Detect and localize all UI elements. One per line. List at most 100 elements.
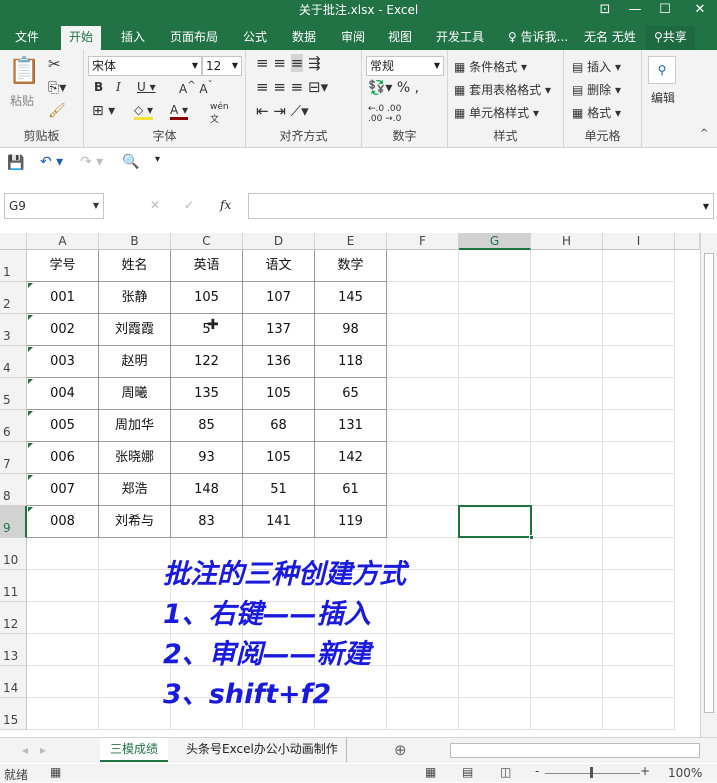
empty-cell[interactable] [603,282,675,314]
empty-cell[interactable] [603,634,675,666]
table-cell[interactable]: 119 [315,506,387,538]
table-cell[interactable]: 郑浩 [99,474,171,506]
tab-page-layout[interactable]: 页面布局 [162,26,226,50]
table-cell[interactable]: 张静 [99,282,171,314]
format-painter-icon[interactable]: 🖌 [48,103,66,119]
empty-cell[interactable] [459,346,531,378]
table-cell[interactable]: 98 [315,314,387,346]
edit-button[interactable]: 编辑 [651,89,675,106]
row-header-9[interactable]: 9 [0,506,27,538]
empty-cell[interactable] [387,474,459,506]
table-cell[interactable]: 005 [27,410,99,442]
empty-cell[interactable] [27,698,99,730]
empty-cell[interactable] [387,698,459,730]
row-header-5[interactable]: 5 [0,378,27,410]
empty-cell[interactable] [387,506,459,538]
tab-insert[interactable]: 插入 [113,26,153,50]
empty-cell[interactable] [531,506,603,538]
select-all-button[interactable] [0,233,27,250]
table-cell[interactable]: 105 [171,282,243,314]
empty-cell[interactable] [531,538,603,570]
empty-cell[interactable] [27,538,99,570]
empty-cell[interactable] [531,602,603,634]
column-header-A[interactable]: A [27,233,99,250]
empty-cell[interactable] [603,506,675,538]
header-cell[interactable]: 英语 [171,250,243,282]
vertical-scroll-thumb[interactable] [704,253,714,713]
selected-cell-G9[interactable] [458,505,534,540]
table-cell[interactable]: 刘霞霞 [99,314,171,346]
column-header-I[interactable]: I [603,233,675,250]
empty-cell[interactable] [459,410,531,442]
empty-cell[interactable] [387,250,459,282]
sheet-tab-active[interactable]: 三模成绩 [100,738,169,762]
table-cell[interactable]: 65 [315,378,387,410]
page-layout-view-icon[interactable]: ▤ [462,765,473,779]
empty-cell[interactable] [459,570,531,602]
font-color-icon[interactable]: A ▾ [170,103,189,120]
empty-cell[interactable] [459,378,531,410]
empty-cell[interactable] [603,410,675,442]
horizontal-align-icons[interactable]: ≡ ≡ ≡ ⊟▾ [256,78,328,96]
share-button[interactable]: ⚲共享 [646,26,695,50]
tab-view[interactable]: 视图 [380,26,420,50]
empty-cell[interactable] [603,698,675,730]
name-box[interactable]: G9 ▼ [4,193,104,219]
table-cell[interactable]: 周加华 [99,410,171,442]
prev-sheet-icon[interactable]: ◂ [22,743,28,757]
number-format-select[interactable]: 常规 ▼ [366,56,444,76]
cancel-icon[interactable]: ✕ [150,198,160,212]
table-cell[interactable]: 136 [243,346,315,378]
table-cell[interactable]: 007 [27,474,99,506]
sheet-tab[interactable]: 头条号Excel办公小动画制作 [178,738,347,762]
indent-icons[interactable]: ⇤ ⇥ ⟋▾ [256,102,309,120]
search-icon[interactable]: ⚲ [648,56,676,84]
print-preview-icon[interactable]: 🔍 [122,154,139,170]
empty-cell[interactable] [603,474,675,506]
macro-record-icon[interactable]: ▦ [50,765,61,779]
row-header-12[interactable]: 12 [0,602,27,634]
tell-me[interactable]: ♀ 告诉我... [500,26,576,50]
empty-cell[interactable] [459,442,531,474]
column-header-E[interactable]: E [315,233,387,250]
empty-cell[interactable] [603,314,675,346]
empty-cell[interactable] [459,538,531,570]
empty-cell[interactable] [603,250,675,282]
expand-formula-icon[interactable]: ▼ [699,194,713,219]
header-cell[interactable]: 学号 [27,250,99,282]
phonetic-icon[interactable]: wén 文 [210,102,229,125]
italic-button[interactable]: I [116,80,121,94]
maximize-button[interactable]: ☐ [650,0,680,22]
paste-button[interactable]: 粘贴 [10,92,34,109]
table-cell[interactable]: 83 [171,506,243,538]
row-header-13[interactable]: 13 [0,634,27,666]
tab-home[interactable]: 开始 [61,26,102,50]
empty-cell[interactable] [387,634,459,666]
column-header-B[interactable]: B [99,233,171,250]
zoom-level[interactable]: 100% [668,766,702,780]
cut-icon[interactable]: ✂ [48,55,61,73]
empty-cell[interactable] [531,442,603,474]
paste-icon[interactable]: 📋 [8,56,40,86]
empty-cell[interactable] [387,410,459,442]
empty-cell[interactable] [99,698,171,730]
empty-cell[interactable] [27,602,99,634]
table-cell[interactable]: 张晓娜 [99,442,171,474]
column-header-C[interactable]: C [171,233,243,250]
empty-cell[interactable] [603,602,675,634]
row-header-2[interactable]: 2 [0,282,27,314]
empty-cell[interactable] [459,314,531,346]
empty-cell[interactable] [603,442,675,474]
empty-cell[interactable] [387,666,459,698]
empty-cell[interactable] [387,314,459,346]
table-cell[interactable]: 135 [171,378,243,410]
empty-cell[interactable] [99,570,171,602]
page-break-view-icon[interactable]: ◫ [500,765,511,779]
empty-cell[interactable] [603,570,675,602]
grow-font-button[interactable]: A^ Aˇ [179,80,213,96]
font-name-select[interactable]: 宋体 ▼ [88,56,202,76]
table-cell[interactable]: 142 [315,442,387,474]
fill-color-icon[interactable]: ◇ ▾ [134,103,154,120]
column-header-H[interactable]: H [531,233,603,250]
table-cell[interactable]: 148 [171,474,243,506]
